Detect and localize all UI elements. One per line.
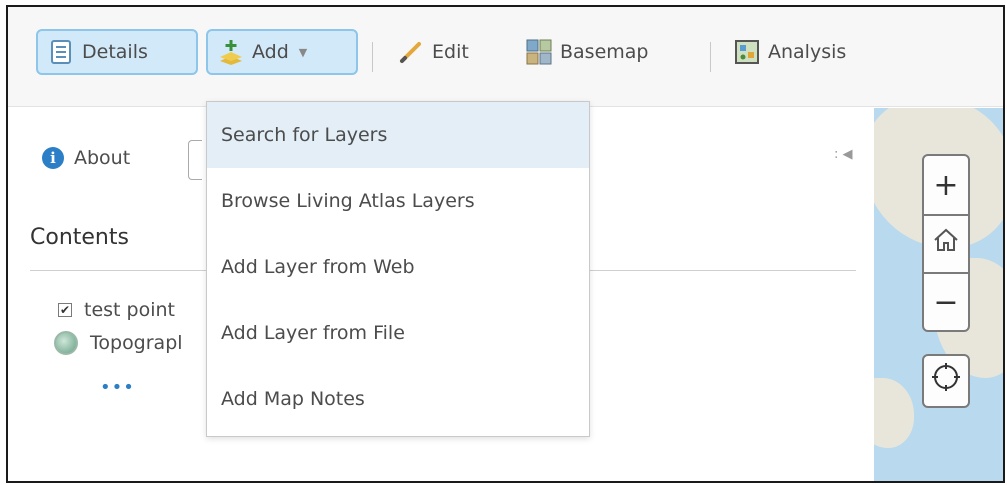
locate-button[interactable]	[924, 356, 968, 406]
add-layer-icon	[218, 39, 244, 65]
more-options-icon[interactable]: •••	[100, 377, 135, 398]
edit-label: Edit	[432, 41, 469, 63]
add-label: Add	[252, 41, 289, 63]
menu-item-add-map-notes[interactable]: Add Map Notes	[207, 366, 589, 432]
locate-control	[922, 354, 970, 408]
basemap-globe-icon	[54, 331, 78, 355]
toolbar-divider	[372, 42, 373, 72]
add-dropdown-menu: Search for Layers Browse Living Atlas La…	[206, 101, 590, 437]
content-tab[interactable]	[188, 140, 202, 180]
home-button[interactable]	[924, 214, 968, 272]
about-label: About	[74, 147, 131, 169]
edit-button[interactable]: Edit	[388, 29, 479, 75]
details-icon	[48, 39, 74, 65]
home-icon	[932, 226, 960, 262]
about-tab[interactable]: i About	[42, 147, 130, 169]
zoom-in-button[interactable]: +	[924, 156, 968, 214]
menu-item-search-for-layers[interactable]: Search for Layers	[207, 102, 589, 168]
add-button[interactable]: Add ▼	[206, 29, 358, 75]
app-window: Details Add ▼ Edit Basemap Analysis i Ab…	[6, 5, 1005, 483]
layer-label: test point	[84, 299, 175, 321]
layer-visibility-checkbox[interactable]: ✔	[58, 303, 72, 317]
collapse-panel-icon[interactable]: : ◀	[834, 147, 853, 162]
info-icon: i	[42, 147, 64, 169]
chevron-down-icon: ▼	[298, 45, 308, 59]
basemap-label: Basemap	[560, 41, 649, 63]
analysis-icon	[734, 39, 760, 65]
basemap-layer-label: Topograpl	[90, 332, 183, 354]
analysis-button[interactable]: Analysis	[724, 29, 856, 75]
menu-item-browse-living-atlas[interactable]: Browse Living Atlas Layers	[207, 168, 589, 234]
zoom-out-button[interactable]: −	[924, 272, 968, 330]
menu-item-add-layer-from-web[interactable]: Add Layer from Web	[207, 234, 589, 300]
map-view[interactable]: + −	[874, 108, 1003, 481]
contents-heading: Contents	[30, 225, 129, 250]
menu-item-add-layer-from-file[interactable]: Add Layer from File	[207, 300, 589, 366]
zoom-controls: + −	[922, 154, 970, 332]
toolbar-divider	[710, 42, 711, 72]
top-toolbar: Details Add ▼ Edit Basemap Analysis	[8, 7, 1003, 107]
basemap-button[interactable]: Basemap	[516, 29, 658, 75]
analysis-label: Analysis	[768, 41, 847, 63]
map-land	[874, 378, 914, 448]
details-label: Details	[82, 41, 148, 63]
basemap-grid-icon	[526, 39, 552, 65]
locate-icon	[931, 362, 961, 400]
details-button[interactable]: Details	[36, 29, 198, 75]
pencil-icon	[398, 39, 424, 65]
basemap-layer-item[interactable]: Topograpl	[54, 331, 183, 355]
layer-item[interactable]: ✔ test point	[58, 299, 175, 321]
